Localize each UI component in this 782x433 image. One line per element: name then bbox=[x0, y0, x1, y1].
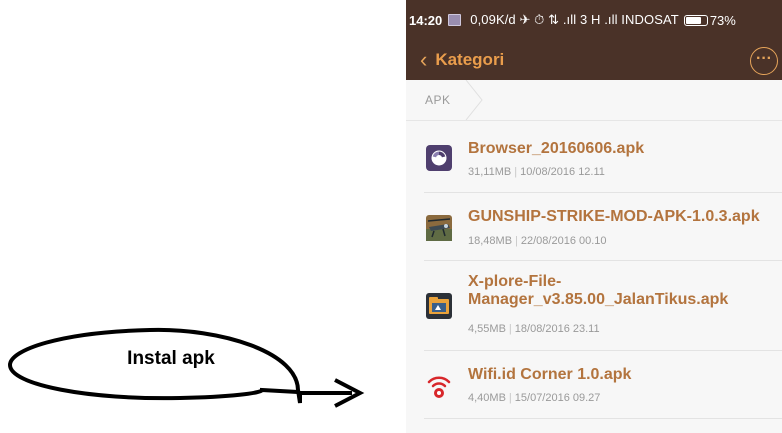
file-meta: 18,48MB | 22/08/2016 00.10 bbox=[468, 235, 607, 247]
list-item[interactable]: Browser_20160606.apk 31,11MB | 10/08/2016 … bbox=[406, 125, 782, 193]
list-item[interactable]: X-plore-File- Manager_v3.85.00_JalanTiku… bbox=[406, 261, 782, 351]
file-name-line-2: Manager_v3.85.00_JalanTikus.apk bbox=[468, 291, 729, 308]
file-size: 18,48MB bbox=[468, 235, 513, 247]
wifi-id-icon bbox=[427, 376, 451, 398]
list-item[interactable]: GUNSHIP-STRIKE-MOD-APK-1.0.3.apk 18,48MB… bbox=[406, 193, 782, 261]
battery-icon bbox=[683, 14, 708, 26]
file-name: Wifi.id Corner 1.0.apk bbox=[468, 366, 632, 383]
page-title: Kategori bbox=[435, 50, 505, 69]
status-indicators: 0,09K/d ✈ ⏱ ⇅ .ıll 3 H .ıll INDOSAT bbox=[470, 12, 679, 27]
status-bar: 14:20 0,09K/d ✈ ⏱ ⇅ .ıll 3 H .ıll INDOSA… bbox=[406, 0, 782, 40]
file-name: GUNSHIP-STRIKE-MOD-APK-1.0.3.apk bbox=[468, 208, 760, 225]
notification-icon bbox=[448, 14, 462, 26]
file-size: 31,11MB bbox=[468, 166, 512, 178]
file-name: Browser_20160606.apk bbox=[468, 140, 645, 157]
file-date: 10/08/2016 12.11 bbox=[520, 166, 605, 178]
browser-app-icon bbox=[426, 145, 452, 171]
xplore-file-manager-icon bbox=[426, 293, 452, 319]
file-size: 4,40MB bbox=[468, 392, 506, 404]
breadcrumb: APK bbox=[406, 80, 782, 121]
file-date: 18/08/2016 23.11 bbox=[514, 323, 600, 335]
breadcrumb-item-apk[interactable]: APK bbox=[425, 93, 451, 107]
phone-screen: 14:20 0,09K/d ✈ ⏱ ⇅ .ıll 3 H .ıll INDOSA… bbox=[406, 0, 782, 433]
list-item[interactable]: Wifi.id Corner 1.0.apk 4,40MB | 15/07/2016… bbox=[406, 351, 782, 419]
more-options-icon[interactable]: ··· bbox=[750, 47, 778, 75]
battery-level: 73% bbox=[709, 12, 736, 28]
app-header: ‹ Kategori ··· bbox=[406, 40, 782, 80]
file-name-line-1: X-plore-File- bbox=[468, 273, 562, 290]
status-time: 14:20 bbox=[409, 12, 443, 28]
back-icon[interactable]: ‹ bbox=[420, 49, 427, 71]
file-date: 22/08/2016 00.10 bbox=[520, 235, 607, 247]
file-meta: 4,55MB | 18/08/2016 23.11 bbox=[468, 323, 600, 335]
gunship-game-icon bbox=[426, 215, 452, 241]
divider bbox=[424, 418, 782, 419]
callout-label: Instal apk bbox=[127, 348, 215, 369]
file-date: 15/07/2016 09.27 bbox=[514, 392, 601, 404]
file-meta: 31,11MB | 10/08/2016 12.11 bbox=[468, 166, 605, 178]
file-meta: 4,40MB | 15/07/2016 09.27 bbox=[468, 392, 601, 404]
file-size: 4,55MB bbox=[468, 323, 506, 335]
breadcrumb-chevron-icon bbox=[465, 80, 483, 120]
